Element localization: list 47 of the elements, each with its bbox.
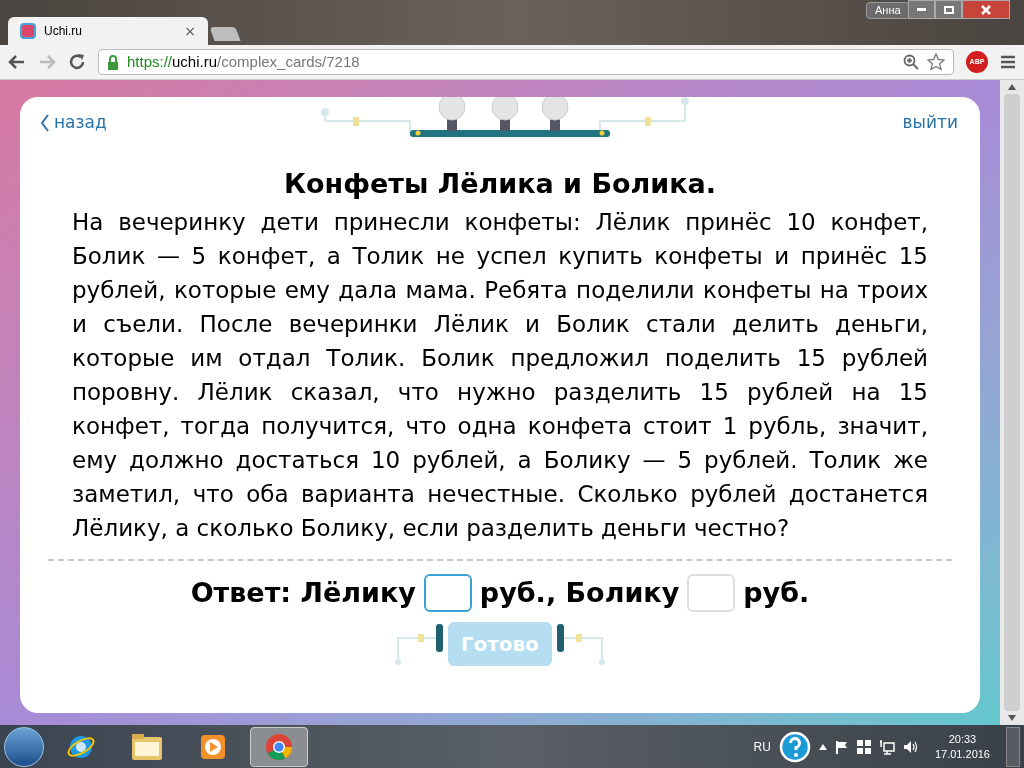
close-button[interactable] <box>962 0 1010 19</box>
folder-icon <box>131 732 163 761</box>
lock-icon <box>107 54 119 70</box>
play-icon <box>199 732 227 761</box>
url-text: https://uchi.ru/complex_cards/7218 <box>127 51 361 72</box>
network-icon[interactable] <box>878 738 895 755</box>
wire-drawing <box>556 621 606 666</box>
answer-label: руб. <box>743 576 810 610</box>
speaker-icon[interactable] <box>902 739 919 754</box>
task-text: На вечеринку дети принесли конфеты: Лёлик принёс 10 конфет, Болик — 5 конфет, а Толик не успел купить конфеты и принёс 15 рублей, которые ему дала мама. Ребята поделили конфеты на троих и съели. После вечеринки Лёлик и Болик стали делить деньги, которые им отдал Толик. Болик предложил поделить 15 рублей поровну. Лёлик сказал, что нужно разделить 15 рублей на 15 конфет, тогда получится, что одна конфета стоит 1 рубль, значит, ему должно достаться 10 рублей, а Болику — 5 рублей. Толик же заметил, что оба варианта нечестные. Сколько рублей достанется Лёлику, а сколько Болику, если разделить деньги честно? <box>71 208 929 543</box>
taskbar-app-button[interactable] <box>250 726 308 767</box>
minimize-button[interactable] <box>908 0 935 19</box>
maximize-button[interactable] <box>935 0 962 19</box>
scroll-down-icon[interactable] <box>1008 715 1016 721</box>
task-title: Конфеты Лёлика и Болика. <box>282 167 718 201</box>
site-logo-icon <box>20 23 36 39</box>
clock-date[interactable]: 17.01.2016 <box>934 746 990 762</box>
zoom-icon[interactable] <box>903 54 919 70</box>
clock-time[interactable]: 20:33 <box>948 731 977 747</box>
start-button[interactable] <box>4 726 44 767</box>
language-indicator[interactable]: RU <box>753 737 771 756</box>
browser-tab[interactable]: Uchi.ru × <box>8 17 208 45</box>
scroll-up-icon[interactable] <box>1008 84 1016 90</box>
answer-label: Ответ: Лёлику <box>190 576 416 610</box>
show-desktop-button[interactable] <box>1006 726 1020 767</box>
menu-icon[interactable] <box>1000 55 1016 69</box>
new-tab-button[interactable] <box>209 27 241 41</box>
chevron-left-icon <box>40 112 50 133</box>
windows-logo-icon[interactable] <box>856 739 871 754</box>
close-icon <box>981 4 991 15</box>
scrollbar-thumb[interactable] <box>1004 94 1020 711</box>
star-icon[interactable] <box>927 53 945 71</box>
user-badge[interactable]: Анна <box>866 2 910 19</box>
help-icon[interactable] <box>778 730 811 763</box>
address-field[interactable]: https://uchi.ru/complex_cards/7218 <box>98 49 954 75</box>
back-link[interactable]: назад <box>40 110 107 136</box>
wire-drawing <box>394 621 444 666</box>
tab-title: Uchi.ru <box>44 23 83 40</box>
tab-close-button[interactable]: × <box>184 24 196 38</box>
chrome-icon <box>264 731 294 762</box>
reload-icon[interactable] <box>68 53 86 71</box>
triangle-up-icon[interactable] <box>818 743 827 750</box>
answer-label: руб., Болику <box>479 576 680 610</box>
exit-link[interactable]: выйти <box>902 110 958 136</box>
answer-field[interactable] <box>423 574 472 613</box>
back-arrow-icon[interactable] <box>8 54 26 70</box>
flag-icon[interactable] <box>834 739 849 754</box>
